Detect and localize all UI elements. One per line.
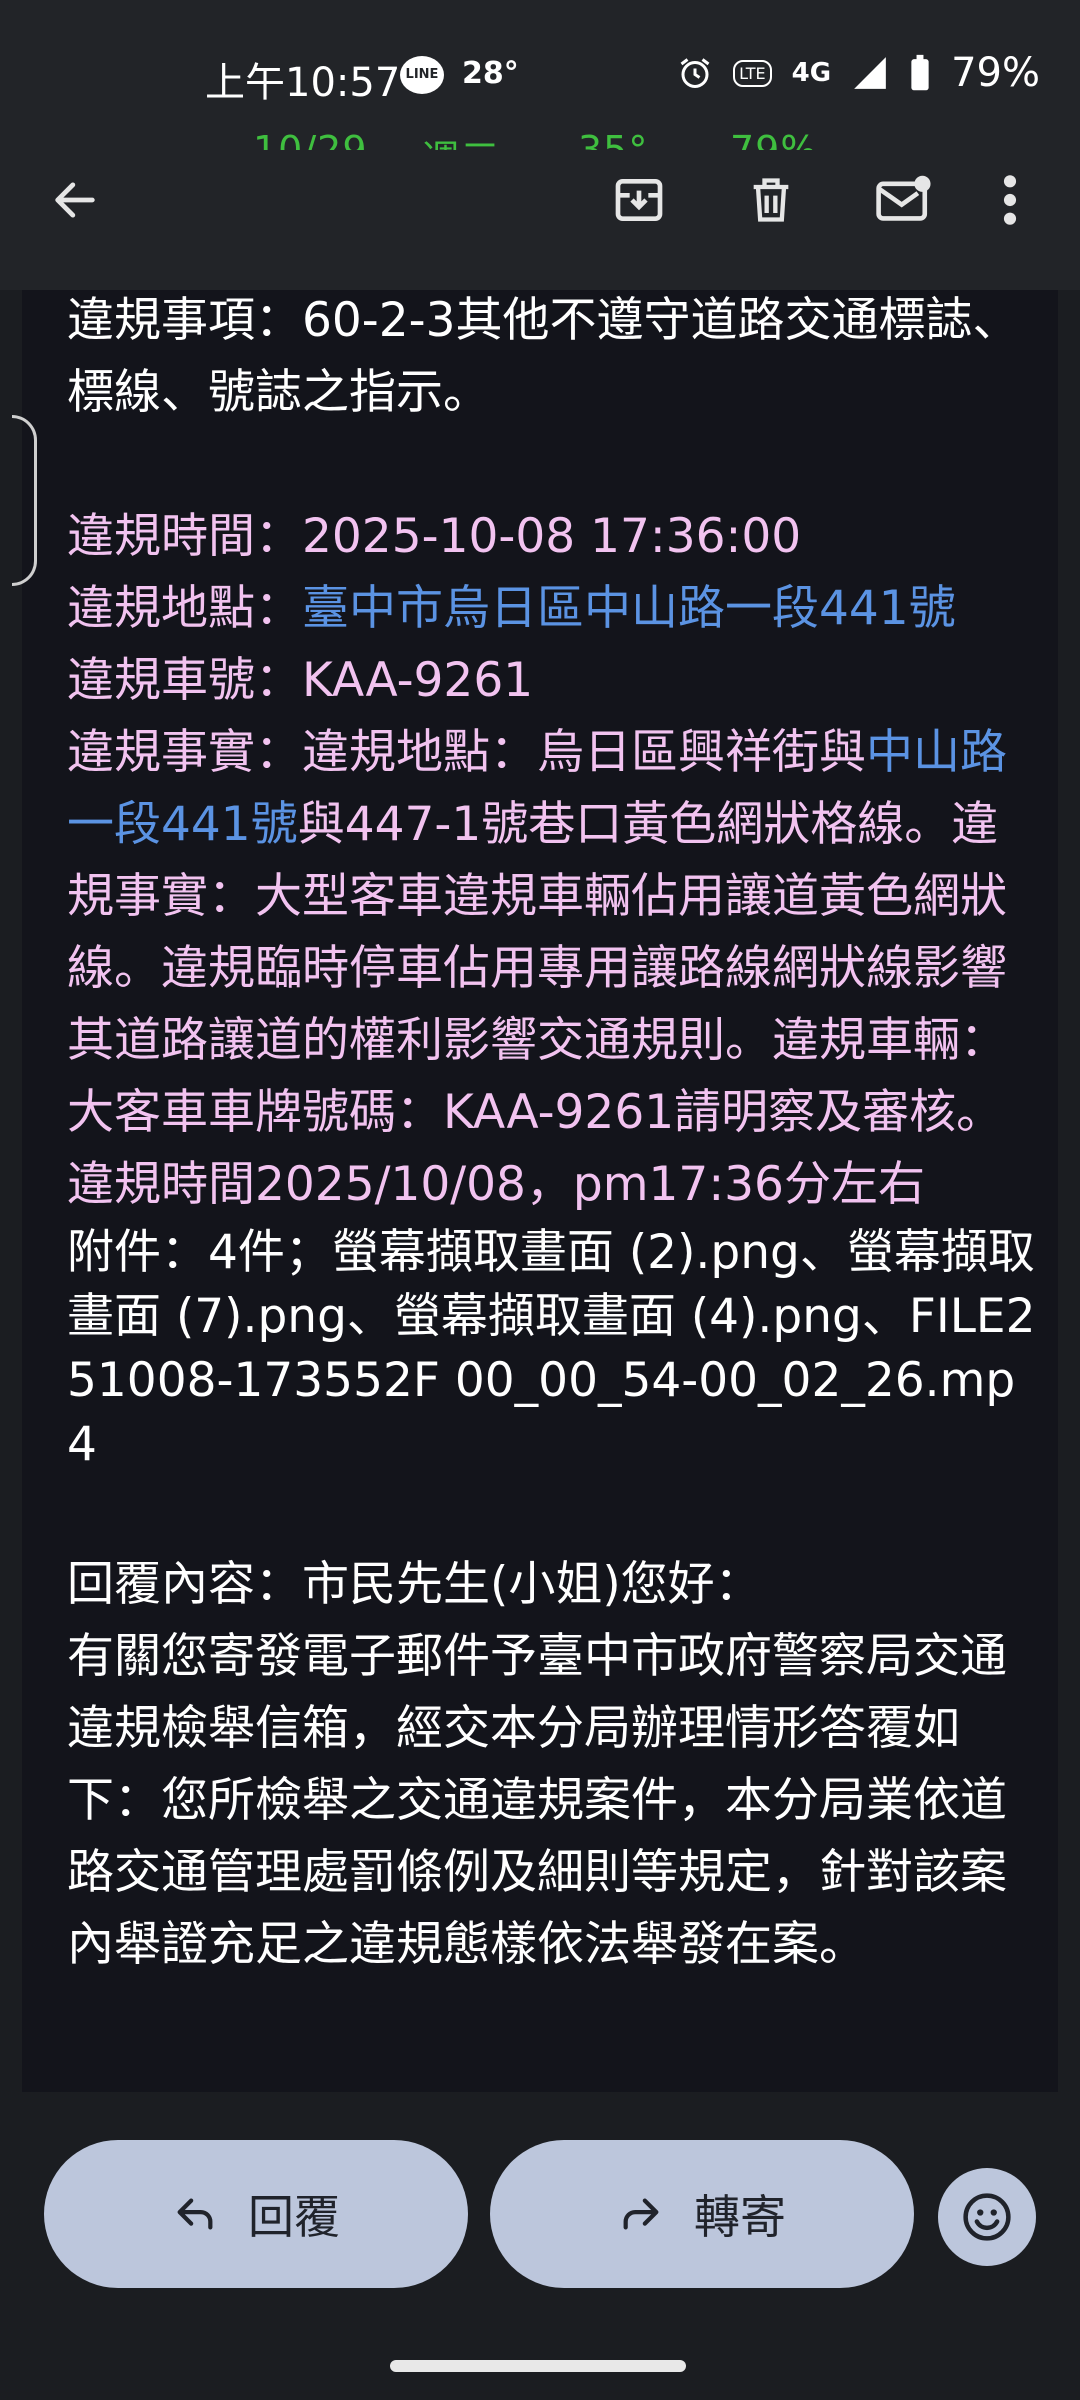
violation-time-line: 違規時間：2025-10-08 17:36:00 (67, 501, 1037, 573)
violation-fact: 違規事實：違規地點：烏日區興祥街與中山路一段441號與447-1號巷口黃色網狀格… (67, 717, 1037, 1221)
fact-label: 違規事實： (67, 725, 302, 780)
emoji-icon (963, 2193, 1011, 2241)
more-options-button[interactable] (980, 160, 1040, 240)
status-temperature: 28° (462, 56, 519, 91)
violation-place-label: 違規地點： (67, 581, 302, 636)
status-bar: 上午10:57 LINE 28° LTE 4G 79% 10/29 週三 35°… (0, 0, 1080, 181)
delete-button[interactable] (731, 160, 811, 240)
message-text: 違規事項：60-2-3其他不遵守道路交通標誌、標線、號誌之指示。 違規時間：20… (67, 290, 1037, 1981)
gesture-nav-handle[interactable] (390, 2360, 686, 2372)
back-arrow-icon (55, 182, 95, 218)
line-app-icon: LINE (400, 56, 444, 94)
reply-heading: 回覆內容：市民先生(小姐)您好： (67, 1557, 762, 1612)
reply-body: 有關您寄發電子郵件予臺中市政府警察局交通違規檢舉信箱，經交本分局辦理情形答覆如下… (67, 1629, 1007, 1972)
fact-part1: 違規地點：烏日區興祥街與 (302, 725, 866, 780)
forward-icon (623, 2198, 659, 2230)
battery-icon (909, 54, 931, 92)
back-button[interactable] (35, 160, 115, 240)
battery-percent: 79% (951, 50, 1040, 96)
alarm-icon (677, 55, 713, 91)
forward-label: 轉寄 (694, 2190, 786, 2244)
more-icon (1003, 175, 1017, 225)
reply-label: 回覆 (248, 2190, 340, 2244)
network-type: 4G (791, 58, 832, 88)
status-time: 上午10:57 (205, 60, 401, 106)
mark-unread-icon (876, 175, 931, 221)
violation-time-label: 違規時間： (67, 509, 302, 564)
forward-button[interactable]: 轉寄 (490, 2140, 914, 2288)
violation-time-value: 2025-10-08 17:36:00 (302, 509, 802, 564)
delete-icon (753, 178, 789, 222)
violation-place-link[interactable]: 臺中市烏日區中山路一段441號 (302, 581, 956, 636)
violation-place-line: 違規地點：臺中市烏日區中山路一段441號 (67, 573, 1037, 645)
attachments-text: 附件：4件；螢幕擷取畫面 (2).png、螢幕擷取畫面 (7).png、螢幕擷取… (67, 1225, 1036, 1472)
archive-icon (615, 179, 663, 221)
plate-line: 違規車號：KAA-9261 (67, 645, 1037, 717)
edge-handle[interactable] (12, 415, 37, 586)
mark-unread-button[interactable] (864, 160, 944, 240)
status-indicators: LTE 4G 79% (677, 50, 1040, 96)
fact-part2: 與447-1號巷口黃色網狀格線。違規事實：大型客車違規車輛佔用讓道黃色網狀線。違… (67, 797, 1007, 1212)
email-body[interactable]: 違規事項：60-2-3其他不遵守道路交通標誌、標線、號誌之指示。 違規時間：20… (22, 290, 1058, 2092)
emoji-reaction-button[interactable] (938, 2168, 1036, 2266)
reply-icon (177, 2198, 213, 2230)
archive-button[interactable] (599, 160, 679, 240)
reply-button[interactable]: 回覆 (44, 2140, 468, 2288)
plate-label: 違規車號： (67, 653, 302, 708)
plate-value: KAA-9261 (302, 653, 534, 708)
volte-icon: LTE (733, 59, 772, 87)
violation-item: 違規事項：60-2-3其他不遵守道路交通標誌、標線、號誌之指示。 (67, 293, 1020, 420)
signal-icon (851, 54, 889, 92)
